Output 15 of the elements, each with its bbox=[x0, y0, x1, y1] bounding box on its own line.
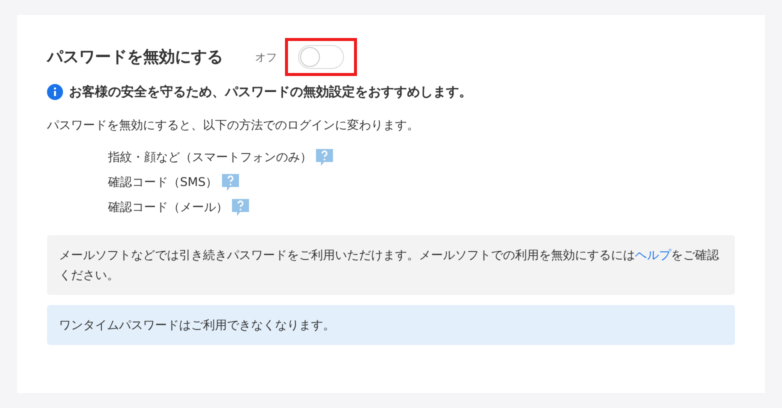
setting-title: パスワードを無効にする bbox=[47, 46, 223, 68]
info-icon bbox=[47, 84, 63, 100]
help-icon[interactable] bbox=[220, 173, 240, 192]
help-icon[interactable] bbox=[315, 148, 334, 167]
info-panel: ワンタイムパスワードはご利用できなくなります。 bbox=[47, 305, 735, 345]
description-text: パスワードを無効にすると、以下の方法でのログインに変わります。 bbox=[47, 117, 420, 134]
notice-text: お客様の安全を守るため、パスワードの無効設定をおすすめします。 bbox=[69, 84, 472, 101]
help-icon[interactable] bbox=[231, 198, 250, 217]
login-method: 確認コード（メール） bbox=[108, 199, 228, 216]
help-link[interactable]: ヘルプ bbox=[635, 248, 671, 262]
note-panel: メールソフトなどでは引き続きパスワードをご利用いただけます。メールソフトでの利用を無効にするにはヘルプをご確認ください。 bbox=[47, 235, 735, 295]
login-method: 確認コード（SMS） bbox=[108, 174, 218, 191]
toggle-switch[interactable] bbox=[298, 45, 344, 69]
login-method: 指紋・顔など（スマートフォンのみ） bbox=[108, 149, 312, 166]
toggle-state-label: オフ bbox=[255, 50, 277, 64]
